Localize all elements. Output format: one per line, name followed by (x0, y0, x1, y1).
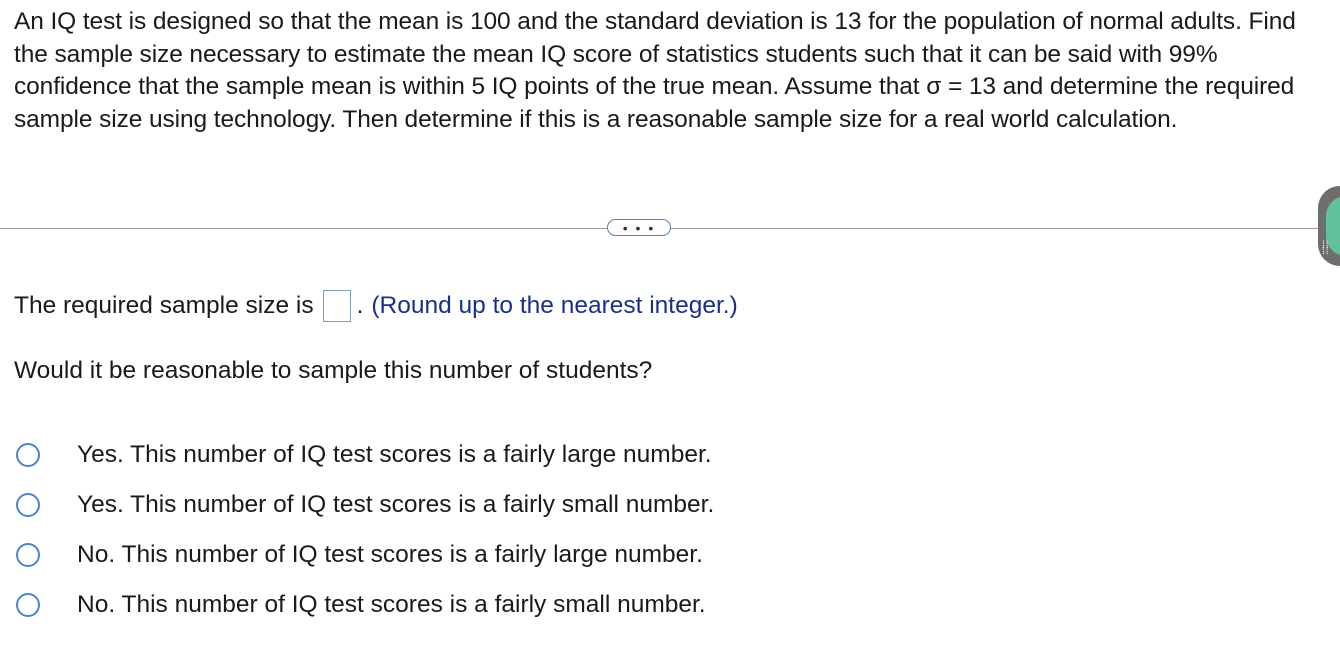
answer-line: The required sample size is . (Round up … (14, 289, 738, 323)
answer-period: . (356, 292, 364, 319)
option-label: No. This number of IQ test scores is a f… (77, 541, 703, 568)
option-no-small[interactable]: No. This number of IQ test scores is a f… (14, 580, 714, 630)
option-label: Yes. This number of IQ test scores is a … (77, 441, 712, 468)
answer-options: Yes. This number of IQ test scores is a … (14, 430, 714, 630)
radio-unchecked-icon[interactable] (16, 593, 40, 617)
sample-size-input[interactable] (322, 290, 351, 322)
radio-unchecked-icon[interactable] (16, 443, 40, 467)
option-label: No. This number of IQ test scores is a f… (77, 591, 706, 618)
grid-dots-icon: ⁞⁞ ⁞⁞ (1322, 240, 1330, 257)
option-yes-small[interactable]: Yes. This number of IQ test scores is a … (14, 480, 714, 530)
radio-unchecked-icon[interactable] (16, 493, 40, 517)
radio-unchecked-icon[interactable] (16, 543, 40, 567)
option-label: Yes. This number of IQ test scores is a … (77, 491, 715, 518)
reasonable-question: Would it be reasonable to sample this nu… (14, 357, 653, 384)
question-text: An IQ test is designed so that the mean … (14, 8, 1296, 133)
expand-more-button[interactable]: • • • (607, 219, 671, 236)
answer-prefix: The required sample size is (14, 292, 314, 319)
rounding-hint: (Round up to the nearest integer.) (371, 292, 738, 319)
option-yes-large[interactable]: Yes. This number of IQ test scores is a … (14, 430, 714, 480)
option-no-large[interactable]: No. This number of IQ test scores is a f… (14, 530, 714, 580)
